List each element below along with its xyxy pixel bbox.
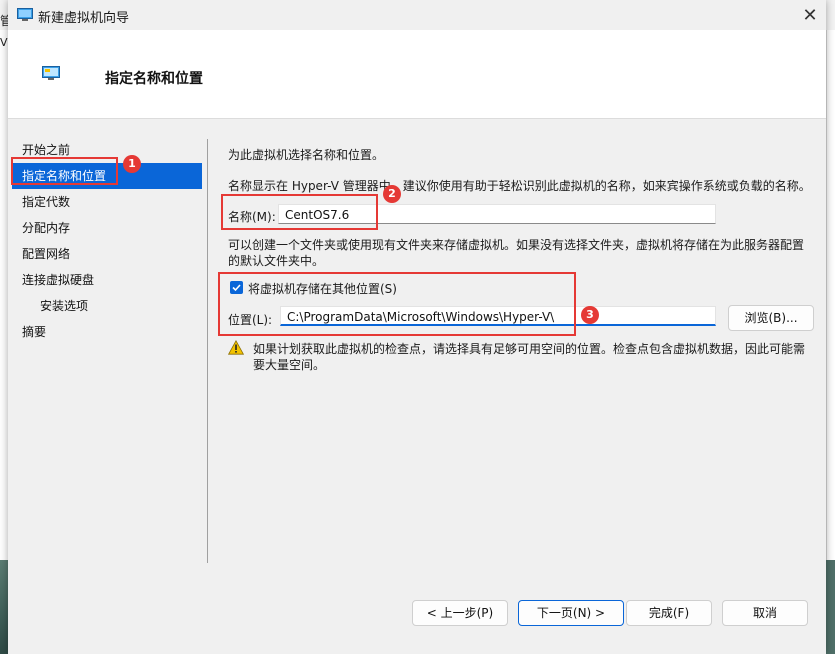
steps-divider [207,139,208,563]
vm-monitor-icon [17,8,33,21]
window-title: 新建虚拟机向导 [38,11,130,26]
store-elsewhere-label[interactable]: 将虚拟机存储在其他位置(S) [248,280,397,297]
browse-button[interactable]: 浏览(B)... [728,305,814,331]
background-desktop-right [826,560,835,654]
step-memory[interactable]: 分配内存 [12,215,202,241]
close-button[interactable]: ✕ [796,2,824,28]
annotation-badge-3: 3 [581,306,599,324]
new-vm-wizard-dialog: 新建虚拟机向导 ✕ 指定名称和位置 开始之前 指定名称和位置 指定代数 分配内存… [8,0,826,654]
title-bar: 新建虚拟机向导 ✕ [8,0,826,30]
step-name-and-location[interactable]: 指定名称和位置 [12,163,202,189]
folder-description: 可以创建一个文件夹或使用现有文件夹来存储虚拟机。如果没有选择文件夹，虚拟机将存储… [228,238,805,268]
step-virtual-disk[interactable]: 连接虚拟硬盘 [12,267,202,293]
vm-monitor-icon [42,66,60,80]
cancel-button[interactable]: 取消 [722,600,808,626]
step-before-you-begin[interactable]: 开始之前 [12,137,202,163]
location-input[interactable]: C:\ProgramData\Microsoft\Windows\Hyper-V… [280,306,716,326]
next-button[interactable]: 下一页(N) > [518,600,624,626]
wizard-header: 指定名称和位置 [8,30,826,119]
previous-button[interactable]: < 上一步(P) [412,600,508,626]
name-description: 名称显示在 Hyper-V 管理器中。建议你使用有助于轻松识别此虚拟机的名称，如… [228,179,811,193]
step-summary[interactable]: 摘要 [12,319,202,345]
checkmark-icon [232,284,241,292]
annotation-badge-1: 1 [123,155,141,173]
warning-icon [228,340,244,355]
name-label: 名称(M): [228,210,276,224]
step-generation[interactable]: 指定代数 [12,189,202,215]
step-install-options[interactable]: 安装选项 [12,293,202,319]
close-icon: ✕ [802,4,818,26]
finish-button[interactable]: 完成(F) [626,600,712,626]
store-elsewhere-checkbox[interactable] [230,281,243,294]
background-app-left-strip [0,30,8,630]
wizard-steps-list: 开始之前 指定名称和位置 指定代数 分配内存 配置网络 连接虚拟硬盘 安装选项 … [12,137,202,345]
wizard-body: 开始之前 指定名称和位置 指定代数 分配内存 配置网络 连接虚拟硬盘 安装选项 … [8,119,826,654]
intro-text: 为此虚拟机选择名称和位置。 [228,148,385,162]
location-label: 位置(L): [228,313,273,327]
step-network[interactable]: 配置网络 [12,241,202,267]
footer-divider [8,581,826,582]
warning-text: 如果计划获取此虚拟机的检查点，请选择具有足够可用空间的位置。检查点包含虚拟机数据… [253,342,806,372]
vm-name-input[interactable]: CentOS7.6 [278,204,716,224]
page-title: 指定名称和位置 [105,71,203,87]
background-app-text-2: V [0,36,8,49]
annotation-badge-2: 2 [383,185,401,203]
